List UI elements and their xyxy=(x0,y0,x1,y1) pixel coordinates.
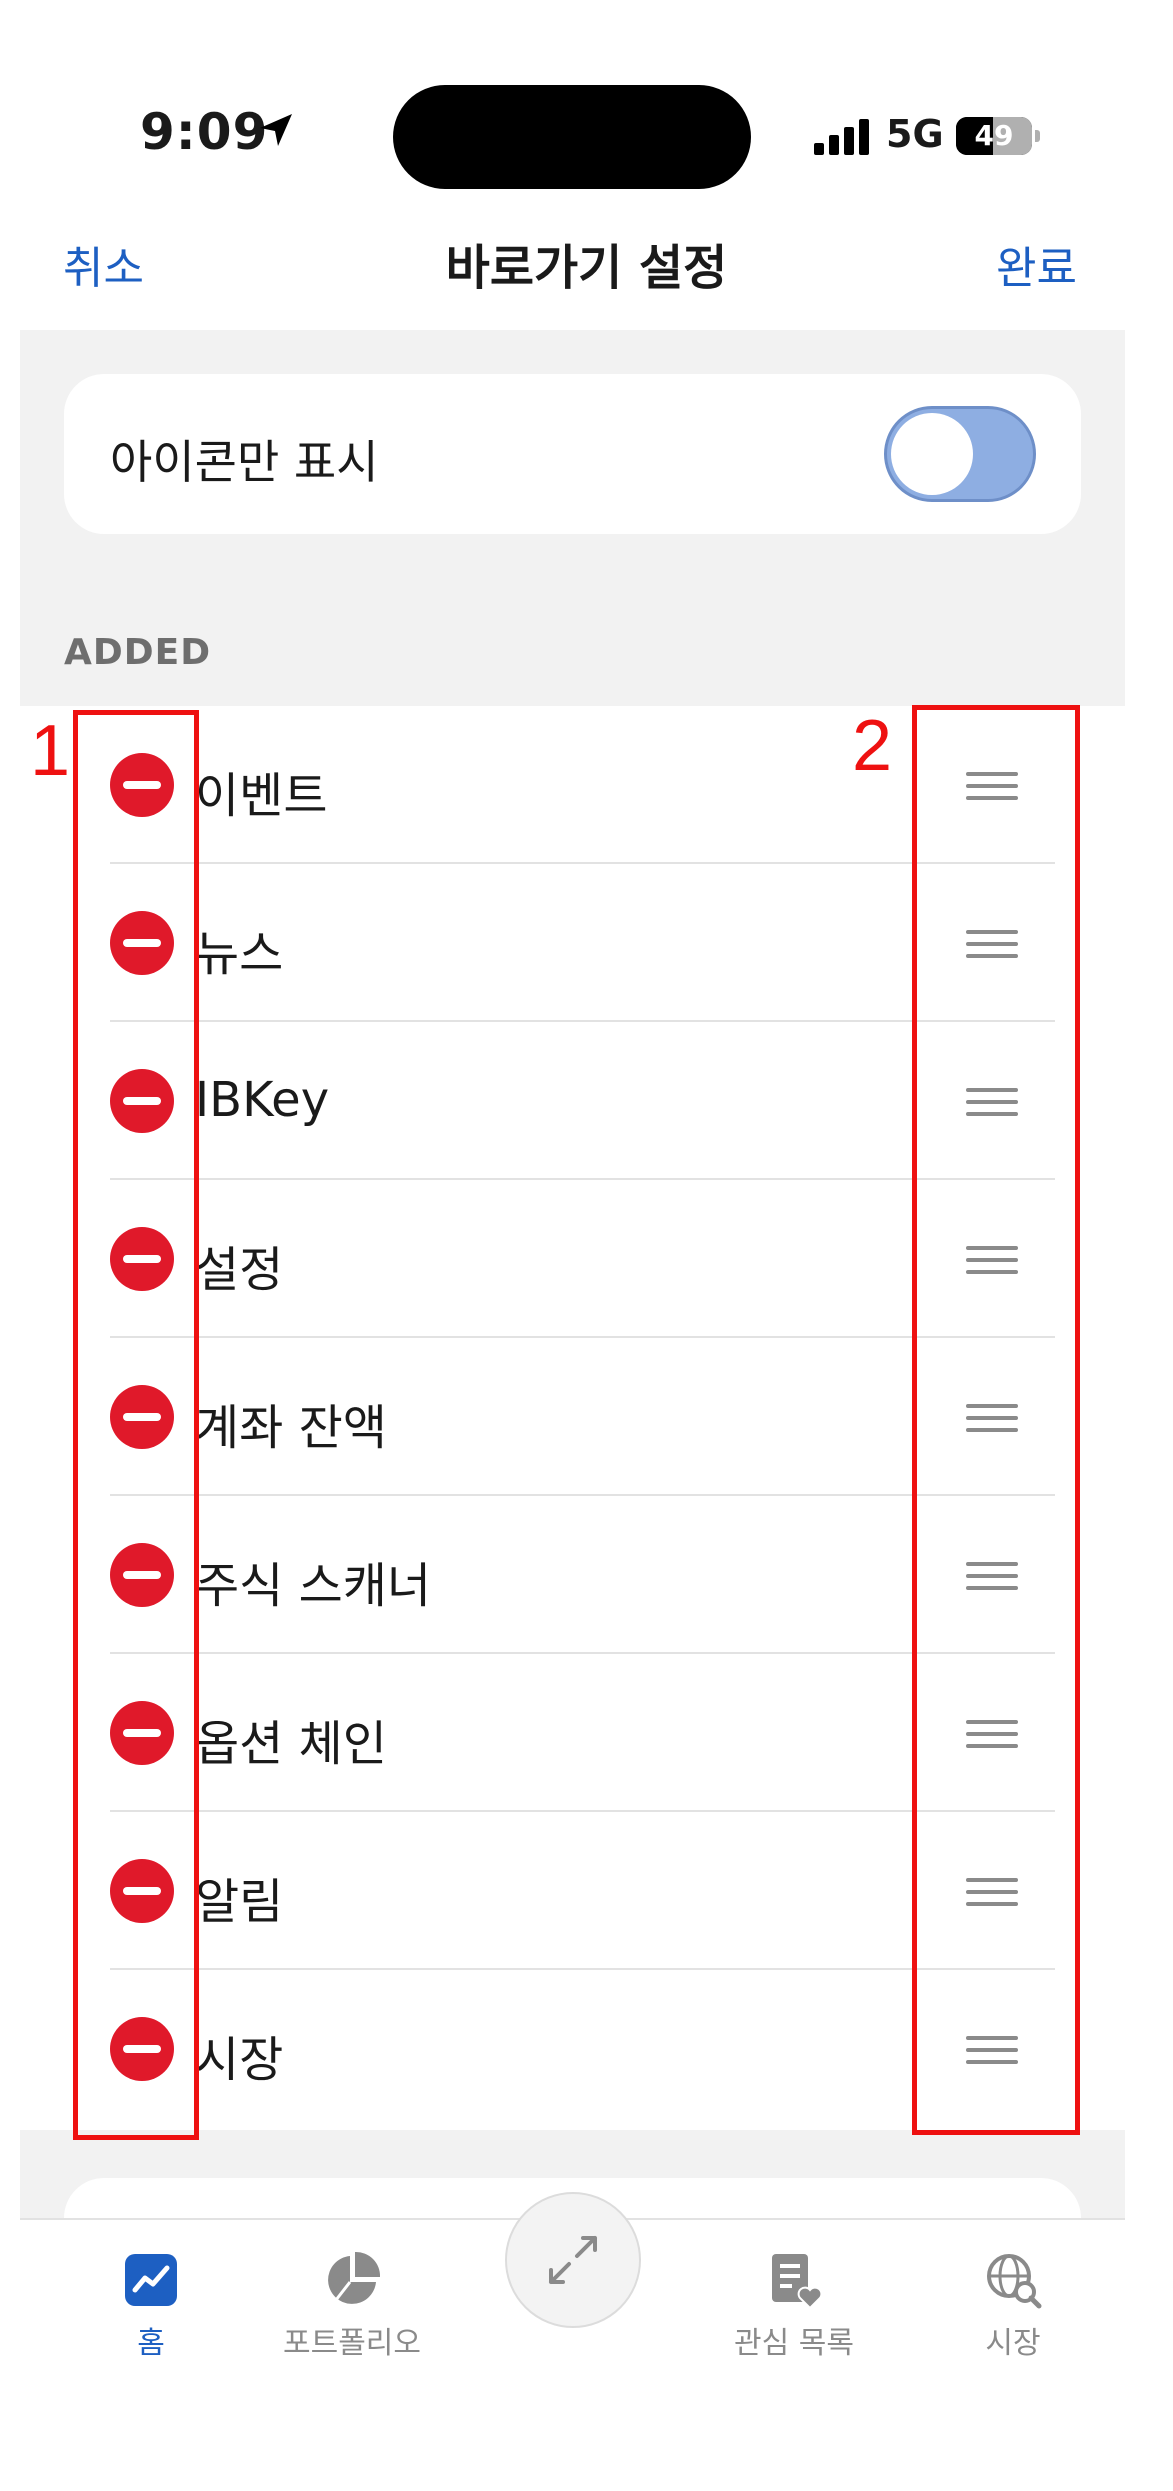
tab-market[interactable]: 시장 xyxy=(913,2220,1113,2420)
done-button[interactable]: 완료 xyxy=(996,232,1077,296)
battery-icon: 49 xyxy=(956,117,1042,157)
tab-label: 홈 xyxy=(137,2326,165,2361)
status-time: 9:09 xyxy=(140,103,269,161)
center-action-button[interactable] xyxy=(505,2192,641,2328)
annotation-number-2: 2 xyxy=(852,706,893,786)
icon-only-toggle[interactable] xyxy=(884,406,1036,502)
annotation-number-1: 1 xyxy=(30,711,71,791)
dynamic-island xyxy=(393,85,751,189)
chart-home-icon xyxy=(125,2254,177,2306)
list-item-label: 설정 xyxy=(195,1242,284,1298)
watchlist-icon xyxy=(772,2254,823,2310)
tab-label: 시장 xyxy=(985,2326,1041,2361)
list-item-label: 계좌 잔액 xyxy=(195,1400,387,1456)
icon-only-setting: 아이콘만 표시 xyxy=(64,374,1081,534)
list-item-label: 이벤트 xyxy=(195,768,328,824)
globe-search-icon xyxy=(987,2254,1042,2309)
list-item-label: 뉴스 xyxy=(195,926,284,982)
status-bar: 9:09 5G 49 xyxy=(0,0,1173,200)
tab-bar: 홈 포트폴리오 관심 목록 시장 xyxy=(20,2192,1125,2491)
expand-arrows-icon xyxy=(549,2236,597,2284)
cellular-signal-icon xyxy=(814,119,869,155)
list-item-label: 알림 xyxy=(195,1874,284,1930)
tab-portfolio[interactable]: 포트폴리오 xyxy=(252,2220,452,2420)
section-header-added: ADDED xyxy=(64,632,212,673)
pie-chart-icon xyxy=(328,2251,381,2304)
tab-label: 관심 목록 xyxy=(734,2326,854,2361)
annotation-box-drag-column xyxy=(912,705,1080,2135)
icon-only-label: 아이콘만 표시 xyxy=(110,435,379,489)
list-item-label: IBKey xyxy=(195,1072,330,1128)
list-item-label: 주식 스캐너 xyxy=(195,1558,432,1614)
annotation-box-remove-column xyxy=(73,710,199,2140)
battery-percent: 49 xyxy=(974,119,1014,152)
list-item-label: 옵션 체인 xyxy=(195,1716,387,1772)
tab-home[interactable]: 홈 xyxy=(51,2220,251,2420)
toggle-knob xyxy=(891,413,973,495)
location-arrow-icon xyxy=(260,114,292,146)
tab-watchlist[interactable]: 관심 목록 xyxy=(694,2220,894,2420)
network-type: 5G xyxy=(886,112,944,156)
tab-label: 포트폴리오 xyxy=(283,2326,421,2361)
list-item-label: 시장 xyxy=(195,2032,284,2088)
